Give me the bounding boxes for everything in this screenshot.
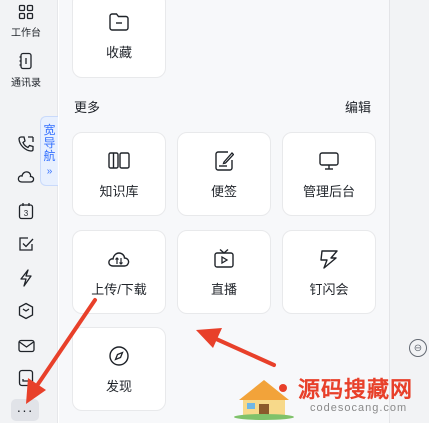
monitor-icon xyxy=(317,149,341,173)
app-card-flash-meeting[interactable]: 钉闪会 xyxy=(282,230,376,314)
app-card-label: 知识库 xyxy=(99,183,139,199)
app-card-label: 收藏 xyxy=(105,44,132,60)
phone-icon[interactable] xyxy=(15,133,37,155)
app-card-discover[interactable]: 发现 xyxy=(72,327,166,411)
calendar-icon[interactable]: 3 xyxy=(15,200,37,222)
app-card-admin[interactable]: 管理后台 xyxy=(282,132,376,216)
app-card-label: 便签 xyxy=(210,183,237,199)
tv-icon xyxy=(212,247,236,271)
sidebar-item-label: 通讯录 xyxy=(11,78,41,89)
book-icon xyxy=(107,149,131,173)
watermark-title: 源码搜藏网 xyxy=(298,377,414,402)
sidebar-item-label: 工作台 xyxy=(11,28,41,39)
help-icon[interactable]: ⊖ xyxy=(409,339,427,357)
cube-icon[interactable] xyxy=(15,300,37,322)
note-icon xyxy=(212,149,236,173)
section-title: 更多 xyxy=(74,100,101,115)
more-button[interactable]: ··· xyxy=(11,399,39,421)
app-card-label: 管理后台 xyxy=(302,183,355,199)
app-card-upload-download[interactable]: 上传/下载 xyxy=(72,230,166,314)
app-card-favorites[interactable]: 收藏 xyxy=(72,0,166,78)
app-card-live[interactable]: 直播 xyxy=(177,230,271,314)
folder-icon xyxy=(107,10,131,34)
right-panel-strip xyxy=(389,0,429,423)
double-chevron-right-icon: » xyxy=(46,166,53,177)
sidebar-item-contacts[interactable]: 通讯录 xyxy=(0,52,52,89)
app-card-label: 上传/下载 xyxy=(91,281,147,297)
watermark-subtitle: codesocang.com xyxy=(310,402,408,414)
flash-meeting-icon xyxy=(317,247,341,271)
wide-nav-toggle[interactable]: 宽 导 航 » xyxy=(40,116,58,186)
doc-icon[interactable] xyxy=(15,367,37,389)
wide-nav-char: 航 xyxy=(43,149,56,163)
lightning-icon[interactable] xyxy=(15,267,37,289)
svg-text:3: 3 xyxy=(24,209,29,218)
check-icon[interactable] xyxy=(15,233,37,255)
app-card-label: 直播 xyxy=(210,281,237,297)
sidebar-item-workbench[interactable]: 工作台 xyxy=(0,4,52,39)
cloud-icon[interactable] xyxy=(15,166,37,188)
app-card-notes[interactable]: 便签 xyxy=(177,132,271,216)
grid-icon xyxy=(18,4,34,20)
contacts-book-icon xyxy=(19,52,32,70)
app-card-knowledge-base[interactable]: 知识库 xyxy=(72,132,166,216)
app-card-label: 发现 xyxy=(105,378,132,394)
edit-button[interactable]: 编辑 xyxy=(345,97,371,116)
watermark-house-logo xyxy=(234,380,294,420)
compass-icon xyxy=(107,344,131,368)
mail-icon[interactable] xyxy=(15,335,37,357)
cloud-transfer-icon xyxy=(107,247,131,271)
app-card-label: 钉闪会 xyxy=(309,281,349,297)
